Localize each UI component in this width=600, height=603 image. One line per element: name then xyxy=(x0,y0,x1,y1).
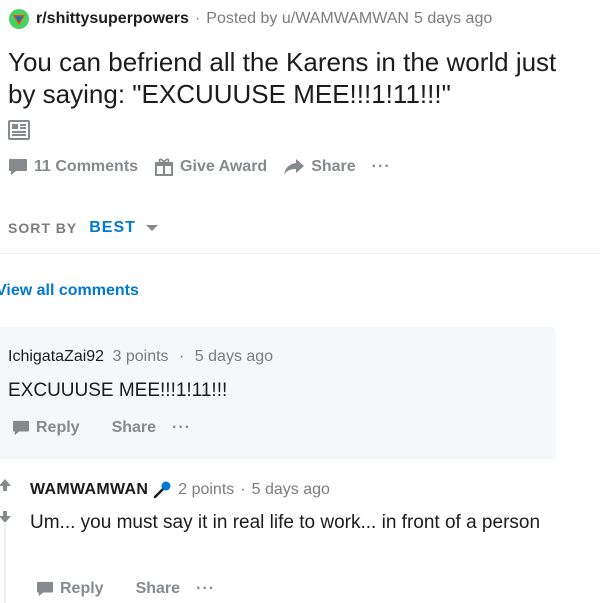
upvote-arrow-icon[interactable] xyxy=(0,478,12,492)
comments-label: 11 Comments xyxy=(34,158,139,175)
give-award-button[interactable]: Give Award xyxy=(154,157,267,177)
comment-author[interactable]: IchigataZai92 xyxy=(8,348,104,365)
reply-label: Reply xyxy=(36,419,80,436)
downvote-arrow-icon[interactable] xyxy=(0,510,12,524)
post-title[interactable]: You can befriend all the Karens in the w… xyxy=(8,46,588,110)
post-age: 5 days ago xyxy=(413,10,493,27)
reply-label: Reply xyxy=(60,580,104,597)
comment-icon xyxy=(13,420,29,436)
posted-by[interactable]: Posted by u/WAMWAMWAN xyxy=(206,10,409,28)
comments-button[interactable]: 11 Comments xyxy=(8,158,138,176)
comment-body: EXCUUUSE MEE!!!1!11!!! xyxy=(8,380,228,401)
share-button[interactable]: Share xyxy=(136,580,180,598)
comment-header: IchigataZai92 3 points · 5 days ago xyxy=(8,348,273,366)
comment-actions: Reply Share ··· xyxy=(12,419,207,437)
subreddit-link[interactable]: r/shittysuperpowers xyxy=(36,10,189,28)
sort-label: SORT BY xyxy=(8,220,78,236)
more-options-button[interactable]: ··· xyxy=(196,580,215,598)
comment-age: 5 days ago xyxy=(251,481,330,498)
comment-body: Um... you must say it in real life to wo… xyxy=(30,512,541,533)
thread-line[interactable] xyxy=(4,522,6,603)
comment-icon xyxy=(37,581,53,597)
separator-dot: · xyxy=(194,10,201,27)
reply-button[interactable]: Reply xyxy=(36,580,120,598)
share-button[interactable]: Share xyxy=(112,419,156,437)
share-label: Share xyxy=(311,158,356,175)
vote-column xyxy=(0,478,12,524)
post-meta: r/shittysuperpowers · Posted by u/WAMWAM… xyxy=(8,8,492,30)
caret-down-icon[interactable] xyxy=(145,224,158,232)
comment-actions: Reply Share ··· xyxy=(36,580,231,598)
separator-dot: · xyxy=(240,481,246,498)
give-award-label: Give Award xyxy=(180,158,268,175)
sort-control[interactable]: SORT BY BEST xyxy=(8,219,158,237)
more-options-button[interactable]: ··· xyxy=(172,419,191,437)
comment-icon xyxy=(9,159,27,175)
comment-header: WAMWAMWAN 2 points · 5 days ago xyxy=(30,480,330,500)
subreddit-icon[interactable] xyxy=(8,8,30,30)
gift-icon xyxy=(155,158,174,176)
microphone-icon xyxy=(153,481,171,499)
post-actions: 11 Comments Give Award Share ··· xyxy=(8,157,391,177)
reply-button[interactable]: Reply xyxy=(12,419,96,437)
divider xyxy=(0,253,600,254)
comment-points: 2 points xyxy=(178,481,235,498)
sort-value[interactable]: BEST xyxy=(89,219,136,237)
share-button[interactable]: Share xyxy=(283,158,356,176)
comment-author[interactable]: WAMWAMWAN xyxy=(30,481,148,499)
comment-age: 5 days ago xyxy=(194,348,274,365)
comment-points: 3 points xyxy=(112,348,169,365)
more-options-button[interactable]: ··· xyxy=(372,158,391,176)
share-arrow-icon xyxy=(284,159,305,175)
separator-dot: · xyxy=(179,348,185,365)
view-all-comments-link[interactable]: View all comments xyxy=(0,282,139,300)
text-post-icon xyxy=(8,120,30,140)
